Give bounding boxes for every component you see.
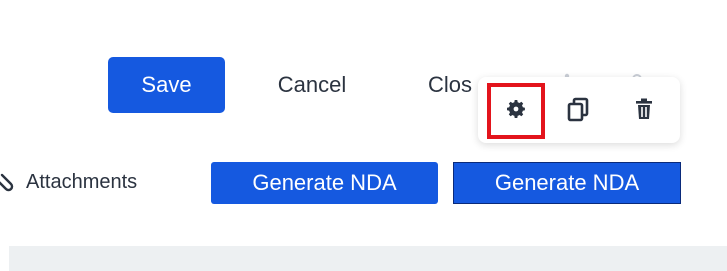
close-button[interactable]: Clos <box>428 57 472 113</box>
trash-icon <box>633 97 655 126</box>
delete-button[interactable] <box>622 89 666 133</box>
settings-button[interactable] <box>487 83 545 139</box>
duplicate-button[interactable] <box>556 89 600 133</box>
form-stage: Save Cancel Clos Attachments Generate ND… <box>0 0 727 271</box>
gear-icon <box>504 97 528 126</box>
section-divider-band <box>9 246 727 271</box>
generate-nda-button-secondary[interactable]: Generate NDA <box>453 162 681 204</box>
generate-nda-button[interactable]: Generate NDA <box>211 162 438 204</box>
floating-toolbar <box>478 77 680 143</box>
save-button[interactable]: Save <box>108 57 225 113</box>
cancel-button[interactable]: Cancel <box>248 57 376 113</box>
paperclip-icon <box>0 171 20 193</box>
copy-icon <box>566 96 590 127</box>
attachments-link[interactable]: Attachments <box>0 164 137 200</box>
attachments-label: Attachments <box>26 170 138 193</box>
